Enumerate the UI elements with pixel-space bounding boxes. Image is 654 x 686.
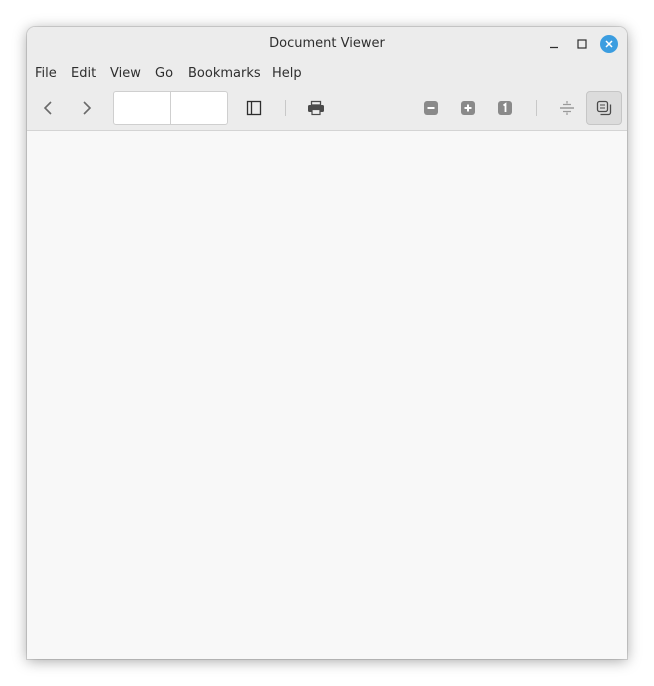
printer-icon: [308, 100, 324, 116]
window-title: Document Viewer: [269, 36, 385, 51]
sidebar-toggle-button[interactable]: [239, 91, 269, 125]
fit-page-icon: [560, 101, 574, 115]
menu-help[interactable]: Help: [272, 66, 302, 81]
chevron-right-icon: [83, 101, 92, 115]
back-button[interactable]: [34, 91, 64, 125]
zoom-out-icon: [424, 101, 438, 115]
page-selector: [113, 91, 228, 125]
continuous-pages-icon: [596, 100, 612, 116]
maximize-button[interactable]: [571, 33, 593, 55]
maximize-icon: [577, 39, 587, 49]
fit-page-button[interactable]: [552, 91, 582, 125]
continuous-toggle-button[interactable]: [586, 91, 622, 125]
forward-button[interactable]: [71, 91, 101, 125]
zoom-original-button[interactable]: [490, 91, 520, 125]
close-icon: [600, 35, 618, 53]
menubar: File Edit View Go Bookmarks Help: [27, 60, 627, 86]
document-viewer-window: Document Viewer File Edit View Go Bookma…: [27, 27, 627, 659]
sidebar-icon: [246, 100, 262, 116]
zoom-in-icon: [461, 101, 475, 115]
minimize-icon: [550, 46, 558, 49]
zoom-in-button[interactable]: [453, 91, 483, 125]
page-entry-divider: [170, 92, 171, 124]
zoom-original-icon: [498, 101, 512, 115]
close-button[interactable]: [598, 33, 620, 55]
menu-edit[interactable]: Edit: [71, 66, 96, 81]
zoom-out-button[interactable]: [416, 91, 446, 125]
toolbar: [27, 86, 627, 131]
page-count-field: [172, 92, 228, 122]
menu-file[interactable]: File: [35, 66, 57, 81]
menu-bookmarks[interactable]: Bookmarks: [188, 66, 261, 81]
titlebar[interactable]: Document Viewer: [27, 27, 627, 60]
print-button[interactable]: [301, 91, 331, 125]
menu-go[interactable]: Go: [155, 66, 173, 81]
page-number-input[interactable]: [114, 92, 172, 122]
minimize-button[interactable]: [543, 33, 565, 55]
toolbar-separator: [536, 100, 537, 116]
document-view-area[interactable]: [27, 131, 627, 659]
toolbar-separator: [285, 100, 286, 116]
chevron-left-icon: [43, 101, 52, 115]
menu-view[interactable]: View: [110, 66, 141, 81]
